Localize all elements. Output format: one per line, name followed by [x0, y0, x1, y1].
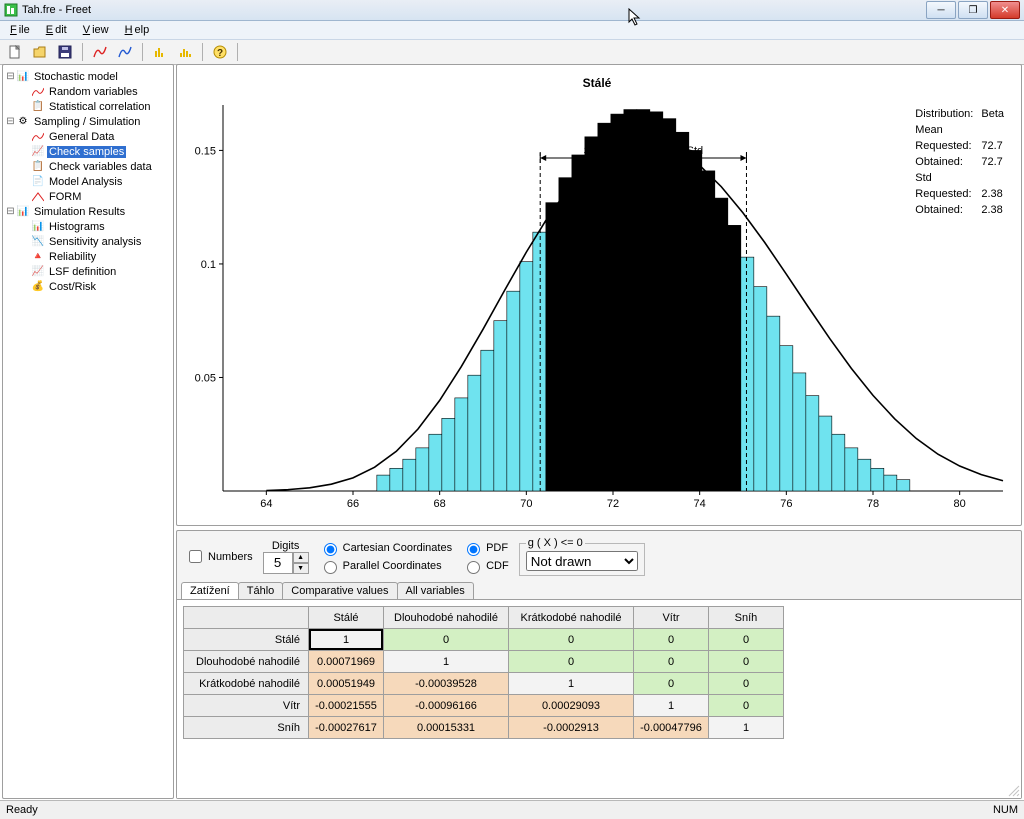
svg-text:74: 74	[694, 498, 706, 510]
svg-text:Std: Std	[687, 145, 704, 157]
tree-general-data[interactable]: General Data	[47, 131, 116, 143]
numbers-checkbox[interactable]: Numbers	[185, 547, 253, 566]
svg-text:78: 78	[867, 498, 879, 510]
save-button[interactable]	[54, 41, 76, 63]
tree-sensitivity[interactable]: Sensitivity analysis	[47, 236, 143, 248]
tab-comparative[interactable]: Comparative values	[282, 582, 397, 599]
tree-check-samples[interactable]: Check samples	[47, 146, 126, 158]
tree-check-variables-data[interactable]: Check variables data	[47, 161, 154, 173]
minimize-button[interactable]: ─	[926, 1, 956, 19]
chart-panel: Stálé0.050.10.15646668707274767880✕MeanS…	[176, 64, 1022, 526]
maximize-button[interactable]: ❐	[958, 1, 988, 19]
menu-edit[interactable]: Edit	[42, 24, 69, 36]
new-button[interactable]	[4, 41, 26, 63]
svg-text:72: 72	[607, 498, 619, 510]
svg-text:0.1: 0.1	[201, 259, 216, 271]
tree-view[interactable]: ⊟📊Stochastic model Random variables 📋Sta…	[2, 64, 174, 799]
svg-text:0.05: 0.05	[195, 372, 216, 384]
distribution-info: Distribution:Beta Mean Requested:72.7 Ob…	[910, 105, 1009, 219]
tree-model-analysis[interactable]: Model Analysis	[47, 176, 124, 188]
tab-tahlo[interactable]: Táhlo	[238, 582, 284, 599]
open-button[interactable]	[29, 41, 51, 63]
close-button[interactable]: ✕	[990, 1, 1020, 19]
svg-text:64: 64	[260, 498, 272, 510]
svg-text:0.15: 0.15	[195, 145, 216, 157]
tree-form[interactable]: FORM	[47, 191, 83, 203]
svg-text:Mean: Mean	[630, 134, 658, 146]
tab-zatizeni[interactable]: Zatížení	[181, 582, 239, 599]
menu-bar: File Edit View Help	[0, 21, 1024, 40]
radio-pdf[interactable]: PDF	[462, 540, 509, 556]
gx-label: g ( X ) <= 0	[526, 537, 585, 549]
status-num: NUM	[993, 804, 1018, 816]
tree-reliability[interactable]: Reliability	[47, 251, 98, 263]
help-button[interactable]: ?	[209, 41, 231, 63]
tool-histogram-2[interactable]	[174, 41, 196, 63]
svg-text:70: 70	[520, 498, 532, 510]
svg-text:?: ?	[217, 48, 223, 59]
tab-all-variables[interactable]: All variables	[397, 582, 474, 599]
correlation-table: StáléDlouhodobé nahodiléKrátkodobé nahod…	[177, 599, 1021, 798]
title-bar: Tah.fre - Freet ─ ❐ ✕	[0, 0, 1024, 21]
status-bar: Ready NUM	[0, 800, 1024, 819]
tree-simulation-results[interactable]: Simulation Results	[32, 206, 127, 218]
menu-view[interactable]: View	[79, 24, 111, 36]
window-title: Tah.fre - Freet	[22, 4, 91, 16]
tree-lsf[interactable]: LSF definition	[47, 266, 118, 278]
svg-text:80: 80	[954, 498, 966, 510]
svg-text:68: 68	[434, 498, 446, 510]
digits-stepper[interactable]: ▲▼	[263, 552, 309, 574]
tree-sampling-simulation[interactable]: Sampling / Simulation	[32, 116, 142, 128]
svg-text:66: 66	[347, 498, 359, 510]
tool-correlation[interactable]	[114, 41, 136, 63]
tree-stochastic-model[interactable]: Stochastic model	[32, 71, 120, 83]
bottom-panel: Numbers Digits ▲▼ Cartesian Coordinates …	[176, 530, 1022, 799]
tree-cost-risk[interactable]: Cost/Risk	[47, 281, 98, 293]
menu-file[interactable]: File	[6, 24, 32, 36]
svg-text:Stálé: Stálé	[583, 76, 612, 90]
tree-histograms[interactable]: Histograms	[47, 221, 107, 233]
svg-text:Std: Std	[584, 145, 601, 157]
tool-histogram[interactable]	[149, 41, 171, 63]
tree-random-variables[interactable]: Random variables	[47, 86, 140, 98]
radio-cartesian[interactable]: Cartesian Coordinates	[319, 540, 452, 556]
gx-select[interactable]: Not drawn	[526, 551, 638, 571]
tool-random-vars[interactable]	[89, 41, 111, 63]
menu-help[interactable]: Help	[121, 24, 152, 36]
radio-parallel[interactable]: Parallel Coordinates	[319, 558, 452, 574]
status-ready: Ready	[6, 804, 38, 816]
radio-cdf[interactable]: CDF	[462, 558, 509, 574]
svg-text:76: 76	[780, 498, 792, 510]
app-icon	[4, 3, 18, 17]
digits-label: Digits	[272, 540, 300, 552]
tree-statistical-correlation[interactable]: Statistical correlation	[47, 101, 153, 113]
resize-grip-icon[interactable]	[1006, 783, 1020, 797]
